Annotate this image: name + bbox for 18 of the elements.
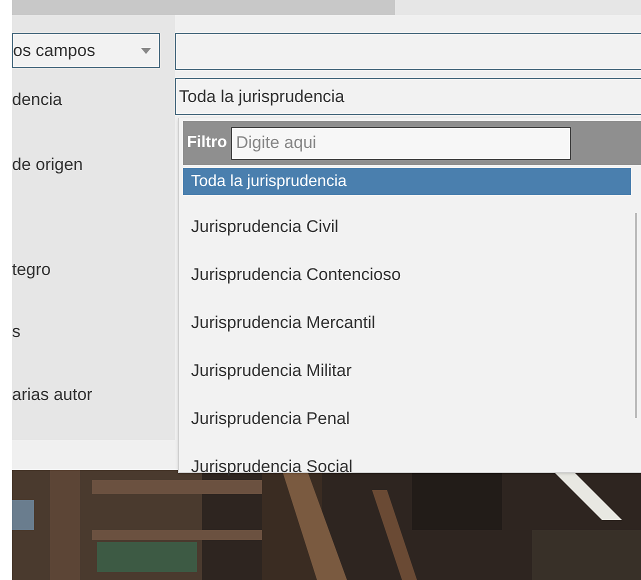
dropdown-option[interactable]: Toda la jurisprudencia bbox=[183, 168, 631, 195]
search-field[interactable] bbox=[175, 33, 641, 70]
filter-label: Filtro bbox=[187, 133, 227, 153]
dropdown-option[interactable]: Jurisprudencia Militar bbox=[183, 355, 631, 387]
dropdown-option[interactable]: Jurisprudencia Mercantil bbox=[183, 307, 631, 339]
field-label: dencia bbox=[12, 90, 64, 110]
filter-input[interactable]: Digite aqui bbox=[231, 126, 571, 160]
field-label: s bbox=[12, 322, 22, 342]
field-label: tegro bbox=[12, 260, 52, 280]
caret-icon bbox=[141, 48, 151, 54]
dropdown-option[interactable]: Jurisprudencia Civil bbox=[183, 211, 631, 243]
jurisprudence-select[interactable]: Toda la jurisprudencia bbox=[175, 78, 641, 115]
field-label: de origen bbox=[12, 155, 84, 175]
dropdown-option[interactable]: Jurisprudencia Penal bbox=[183, 403, 631, 435]
field-select[interactable]: os campos bbox=[12, 33, 160, 68]
dropdown-option[interactable]: Jurisprudencia Contencioso bbox=[183, 259, 631, 291]
field-label: arias autor bbox=[12, 385, 94, 405]
dropdown-option[interactable]: Jurisprudencia Social bbox=[183, 451, 631, 483]
